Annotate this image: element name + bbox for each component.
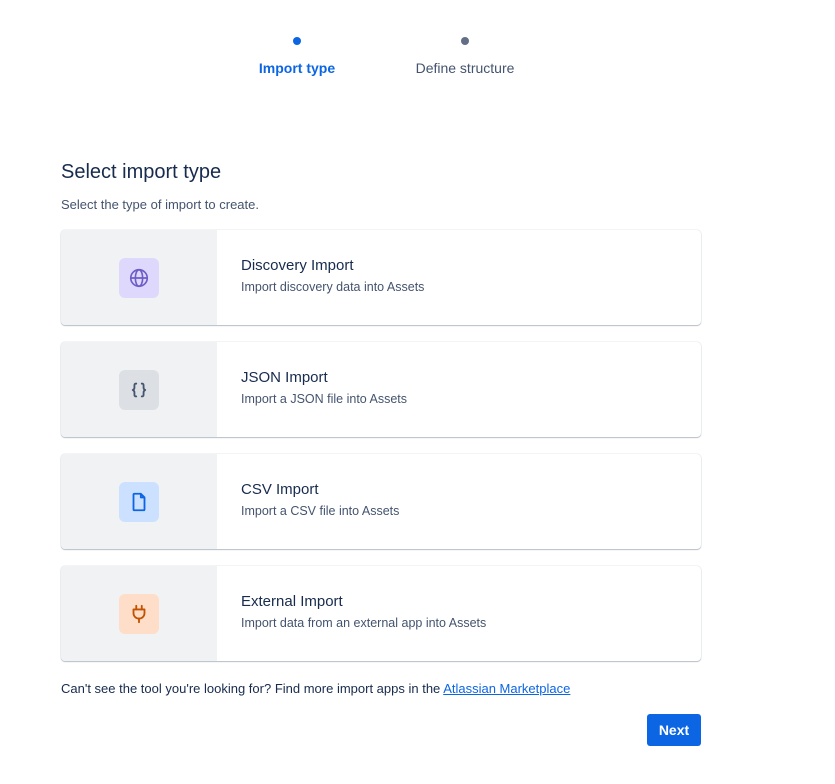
curly-braces-icon bbox=[119, 369, 159, 410]
card-media bbox=[61, 342, 217, 437]
card-title: External Import bbox=[241, 592, 343, 610]
card-body: JSON Import Import a JSON file into Asse… bbox=[217, 342, 407, 437]
globe-icon bbox=[119, 257, 159, 298]
card-title: CSV Import bbox=[241, 480, 319, 498]
step-define-structure: Define structure bbox=[385, 32, 545, 77]
marketplace-hint-text: Can't see the tool you're looking for? F… bbox=[61, 681, 444, 696]
atlassian-marketplace-link[interactable]: Atlassian Marketplace bbox=[443, 681, 570, 696]
card-body: CSV Import Import a CSV file into Assets bbox=[217, 454, 399, 549]
card-title: Discovery Import bbox=[241, 256, 354, 274]
card-media bbox=[61, 230, 217, 325]
card-description: Import data from an external app into As… bbox=[241, 615, 487, 630]
json-import-card[interactable]: JSON Import Import a JSON file into Asse… bbox=[61, 342, 701, 437]
step-label: Import type bbox=[258, 60, 336, 76]
marketplace-hint: Can't see the tool you're looking for? F… bbox=[61, 680, 570, 698]
card-description: Import a CSV file into Assets bbox=[241, 503, 400, 518]
step-inactive-dot bbox=[461, 37, 469, 45]
card-body: External Import Import data from an exte… bbox=[217, 566, 486, 661]
step-import-type: Import type bbox=[217, 32, 377, 77]
card-title: JSON Import bbox=[241, 368, 328, 386]
external-import-card[interactable]: External Import Import data from an exte… bbox=[61, 566, 701, 661]
card-body: Discovery Import Import discovery data i… bbox=[217, 230, 424, 325]
step-label: Define structure bbox=[415, 60, 515, 76]
import-type-list: Discovery Import Import discovery data i… bbox=[61, 230, 701, 678]
page-title: Select import type bbox=[61, 161, 222, 183]
discovery-import-card[interactable]: Discovery Import Import discovery data i… bbox=[61, 230, 701, 325]
card-media bbox=[61, 566, 217, 661]
next-button[interactable]: Next bbox=[647, 714, 701, 746]
page-subtitle: Select the type of import to create. bbox=[61, 197, 259, 212]
card-media bbox=[61, 454, 217, 549]
file-icon bbox=[119, 481, 159, 522]
card-description: Import a JSON file into Assets bbox=[241, 391, 408, 406]
card-description: Import discovery data into Assets bbox=[241, 279, 425, 294]
progress-tracker: Import type Define structure bbox=[0, 32, 835, 92]
plug-icon bbox=[119, 593, 159, 634]
csv-import-card[interactable]: CSV Import Import a CSV file into Assets bbox=[61, 454, 701, 549]
step-active-dot bbox=[293, 37, 301, 45]
